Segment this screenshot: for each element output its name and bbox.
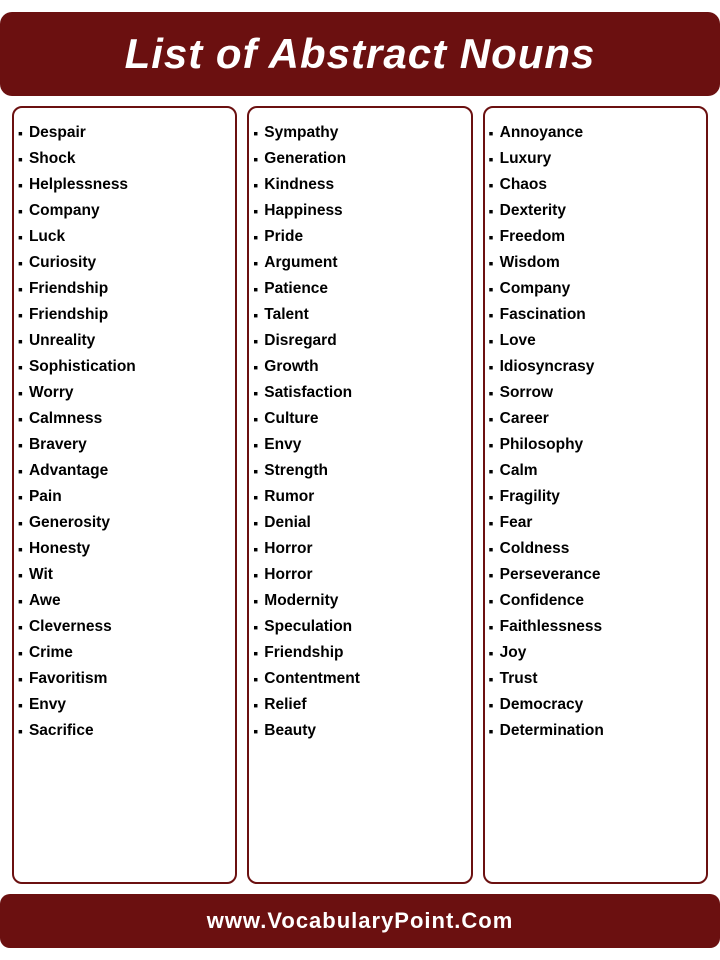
list-item: Trust: [489, 666, 698, 692]
list-item: Denial: [253, 510, 462, 536]
list-item: Talent: [253, 302, 462, 328]
list-item: Cleverness: [18, 614, 227, 640]
list-item: Strength: [253, 458, 462, 484]
list-item: Sorrow: [489, 380, 698, 406]
list-item: Helplessness: [18, 172, 227, 198]
list-item: Generation: [253, 146, 462, 172]
list-item: Envy: [253, 432, 462, 458]
list-item: Company: [489, 276, 698, 302]
list-item: Pain: [18, 484, 227, 510]
list-item: Speculation: [253, 614, 462, 640]
list-item: Awe: [18, 588, 227, 614]
list-item: Calm: [489, 458, 698, 484]
list-item: Generosity: [18, 510, 227, 536]
column-2: SympathyGenerationKindnessHappinessPride…: [247, 106, 472, 884]
list-item: Dexterity: [489, 198, 698, 224]
list-item: Company: [18, 198, 227, 224]
list-item: Kindness: [253, 172, 462, 198]
column-3: AnnoyanceLuxuryChaosDexterityFreedomWisd…: [483, 106, 708, 884]
list-item: Patience: [253, 276, 462, 302]
list-item: Philosophy: [489, 432, 698, 458]
list-item: Confidence: [489, 588, 698, 614]
page-footer: www.VocabularyPoint.Com: [0, 894, 720, 948]
list-item: Luxury: [489, 146, 698, 172]
footer-url: www.VocabularyPoint.Com: [20, 908, 700, 934]
list-item: Growth: [253, 354, 462, 380]
list-item: Calmness: [18, 406, 227, 432]
list-item: Culture: [253, 406, 462, 432]
list-item: Chaos: [489, 172, 698, 198]
list-item: Fascination: [489, 302, 698, 328]
list-item: Beauty: [253, 718, 462, 744]
list-item: Wit: [18, 562, 227, 588]
list-item: Worry: [18, 380, 227, 406]
list-item: Sympathy: [253, 120, 462, 146]
list-item: Pride: [253, 224, 462, 250]
list-item: Sophistication: [18, 354, 227, 380]
column-3-list: AnnoyanceLuxuryChaosDexterityFreedomWisd…: [489, 120, 698, 744]
list-item: Bravery: [18, 432, 227, 458]
list-item: Modernity: [253, 588, 462, 614]
list-item: Fragility: [489, 484, 698, 510]
list-item: Crime: [18, 640, 227, 666]
list-item: Horror: [253, 562, 462, 588]
columns-container: DespairShockHelplessnessCompanyLuckCurio…: [0, 106, 720, 884]
list-item: Freedom: [489, 224, 698, 250]
column-1-list: DespairShockHelplessnessCompanyLuckCurio…: [18, 120, 227, 744]
list-item: Annoyance: [489, 120, 698, 146]
list-item: Wisdom: [489, 250, 698, 276]
list-item: Satisfaction: [253, 380, 462, 406]
list-item: Favoritism: [18, 666, 227, 692]
list-item: Faithlessness: [489, 614, 698, 640]
list-item: Curiosity: [18, 250, 227, 276]
list-item: Luck: [18, 224, 227, 250]
list-item: Rumor: [253, 484, 462, 510]
list-item: Fear: [489, 510, 698, 536]
page-header: List of Abstract Nouns: [0, 12, 720, 96]
list-item: Love: [489, 328, 698, 354]
list-item: Shock: [18, 146, 227, 172]
list-item: Horror: [253, 536, 462, 562]
list-item: Sacrifice: [18, 718, 227, 744]
page-title: List of Abstract Nouns: [20, 30, 700, 78]
list-item: Disregard: [253, 328, 462, 354]
list-item: Determination: [489, 718, 698, 744]
list-item: Honesty: [18, 536, 227, 562]
list-item: Career: [489, 406, 698, 432]
list-item: Friendship: [253, 640, 462, 666]
list-item: Despair: [18, 120, 227, 146]
list-item: Advantage: [18, 458, 227, 484]
list-item: Democracy: [489, 692, 698, 718]
list-item: Contentment: [253, 666, 462, 692]
list-item: Unreality: [18, 328, 227, 354]
list-item: Coldness: [489, 536, 698, 562]
list-item: Friendship: [18, 302, 227, 328]
list-item: Argument: [253, 250, 462, 276]
list-item: Happiness: [253, 198, 462, 224]
list-item: Perseverance: [489, 562, 698, 588]
list-item: Envy: [18, 692, 227, 718]
list-item: Relief: [253, 692, 462, 718]
column-1: DespairShockHelplessnessCompanyLuckCurio…: [12, 106, 237, 884]
list-item: Friendship: [18, 276, 227, 302]
list-item: Joy: [489, 640, 698, 666]
list-item: Idiosyncrasy: [489, 354, 698, 380]
column-2-list: SympathyGenerationKindnessHappinessPride…: [253, 120, 462, 744]
